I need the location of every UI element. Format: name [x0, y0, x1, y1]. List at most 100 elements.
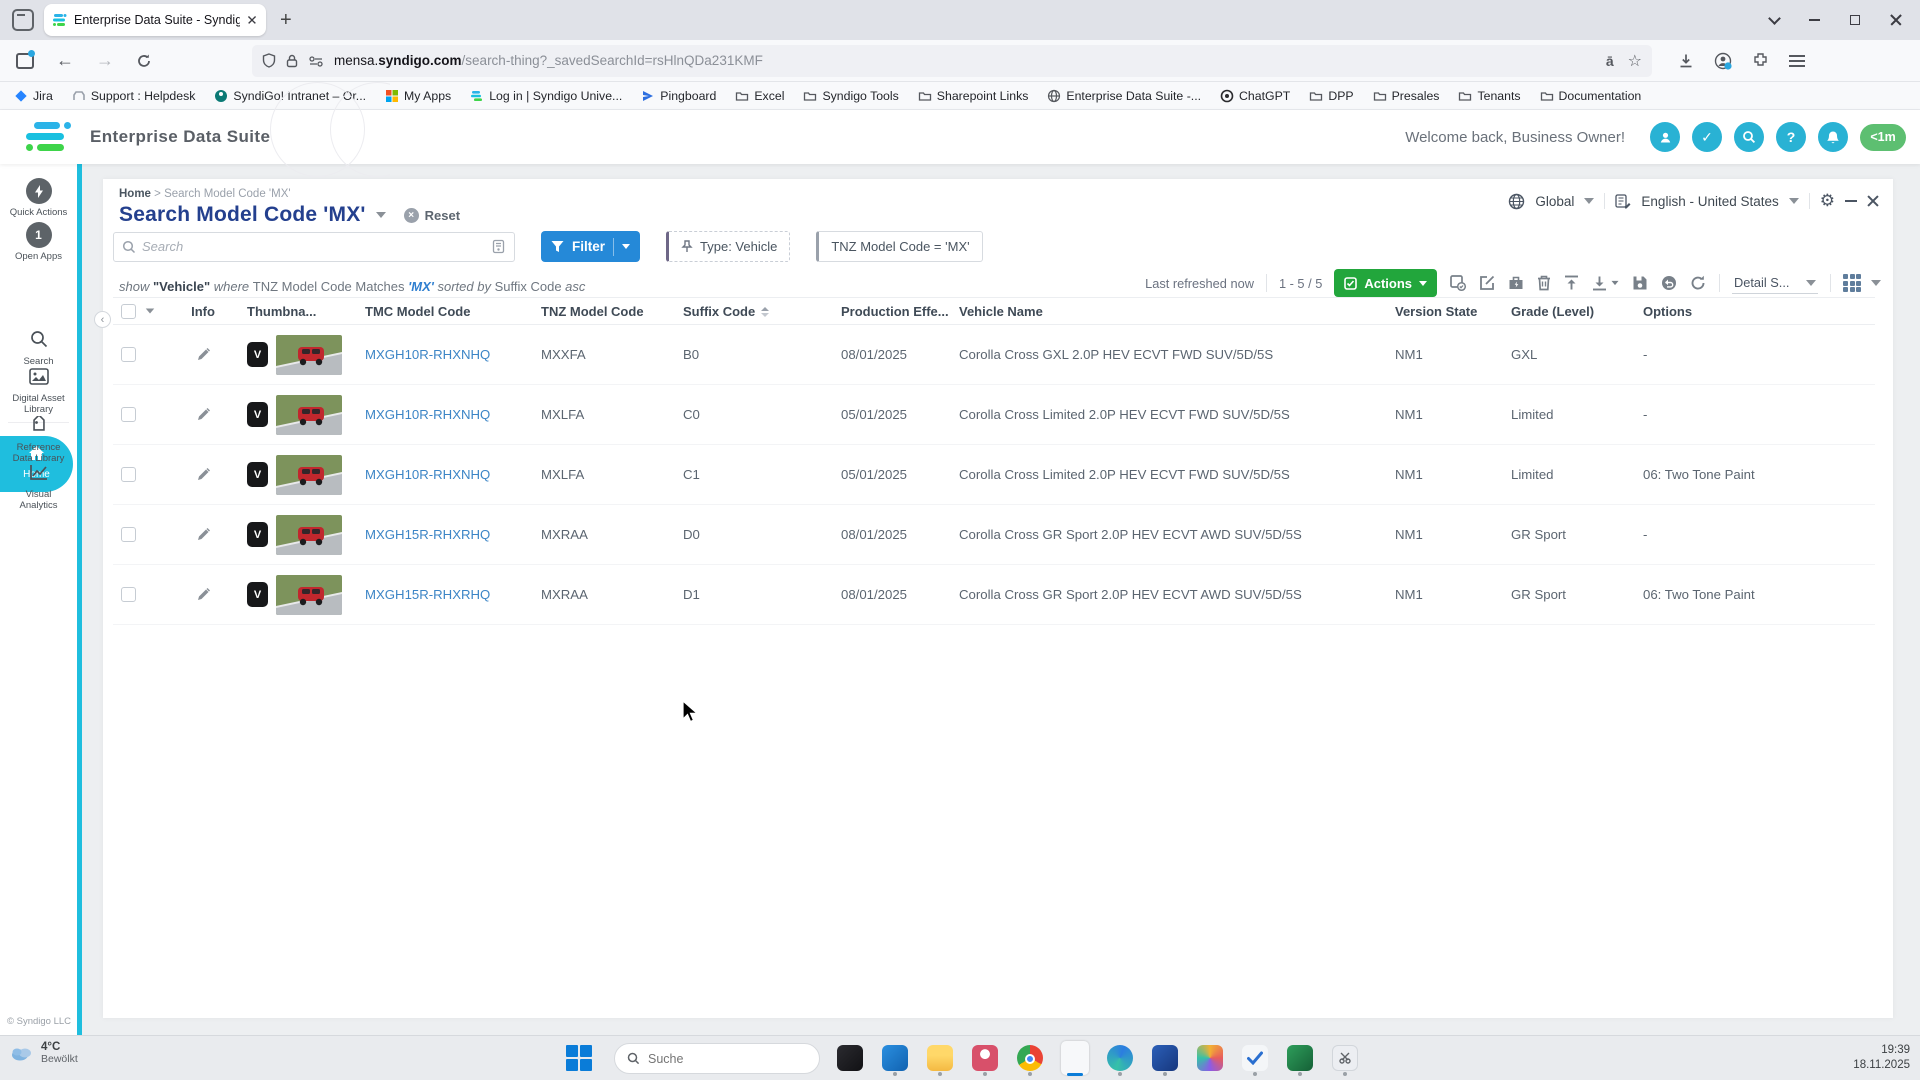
col-tmc-model-code[interactable]: TMC Model Code: [365, 304, 541, 319]
bookmark-folder-excel[interactable]: Excel: [735, 89, 784, 103]
translate-icon[interactable]: ā: [1606, 53, 1614, 69]
workflow-briefcase-icon[interactable]: [1507, 274, 1525, 292]
col-grade-level[interactable]: Grade (Level): [1511, 304, 1643, 319]
bookmark-folder-presales[interactable]: Presales: [1373, 89, 1440, 103]
tmc-model-code-link[interactable]: MXGH15R-RHXRHQ: [365, 527, 541, 542]
row-checkbox[interactable]: [121, 527, 136, 542]
list-tabs-icon[interactable]: [1768, 12, 1781, 25]
weather-widget[interactable]: 4°CBewölkt: [10, 1041, 78, 1065]
breadcrumb-home[interactable]: Home: [119, 188, 151, 200]
global-selector[interactable]: Global: [1535, 194, 1574, 209]
search-input[interactable]: [142, 239, 491, 254]
filter-button[interactable]: Filter: [541, 231, 640, 262]
bookmark-folder-tenants[interactable]: Tenants: [1458, 89, 1520, 103]
view-select[interactable]: Detail S...: [1732, 272, 1818, 294]
table-row[interactable]: V MXGH15R-RHXRHQ MXRAA D1 08/01/2025 Cor…: [113, 565, 1875, 625]
row-edit-button[interactable]: [159, 407, 247, 422]
sidebar-item-reference-data-library[interactable]: ReferenceData Library: [0, 416, 77, 464]
grid-view-toggle[interactable]: [1843, 274, 1881, 292]
taskbar-clock[interactable]: 19:39 18.11.2025: [1853, 1043, 1910, 1073]
notifications-button[interactable]: [1818, 122, 1848, 152]
taskbar-firefox-icon[interactable]: [1061, 1041, 1089, 1075]
filter-chip-tnz-model-code[interactable]: TNZ Model Code = 'MX': [816, 231, 982, 262]
panel-close-icon[interactable]: [1867, 195, 1879, 207]
permissions-icon[interactable]: [308, 55, 324, 67]
row-checkbox[interactable]: [121, 347, 136, 362]
bookmark-folder-sharepoint[interactable]: Sharepoint Links: [918, 89, 1029, 103]
profile-avatar[interactable]: [1650, 122, 1680, 152]
account-icon[interactable]: [1714, 52, 1732, 70]
vehicle-thumbnail[interactable]: [276, 335, 342, 375]
bookmark-pingboard[interactable]: Pingboard: [641, 89, 716, 103]
start-button[interactable]: [566, 1045, 592, 1071]
help-button[interactable]: ?: [1776, 122, 1806, 152]
delete-icon[interactable]: [1536, 274, 1552, 292]
bookmark-folder-documentation[interactable]: Documentation: [1540, 89, 1642, 103]
col-version-state[interactable]: Version State: [1395, 304, 1511, 319]
filter-chip-type[interactable]: Type: Vehicle: [666, 231, 790, 262]
table-row[interactable]: V MXGH10R-RHXNHQ MXLFA C1 05/01/2025 Cor…: [113, 445, 1875, 505]
sidebar-open-apps[interactable]: 1 Open Apps: [0, 222, 77, 262]
taskbar-todo-icon[interactable]: [1241, 1041, 1269, 1075]
refresh-icon[interactable]: [1689, 274, 1707, 292]
vehicle-thumbnail[interactable]: [276, 455, 342, 495]
vehicle-thumbnail[interactable]: [276, 395, 342, 435]
sidebar-item-digital-asset-library[interactable]: Digital AssetLibrary: [0, 368, 77, 415]
row-checkbox[interactable]: [121, 467, 136, 482]
col-thumbnail[interactable]: Thumbna...: [247, 304, 365, 319]
taskbar-search-input[interactable]: [648, 1052, 788, 1066]
extensions-icon[interactable]: [1752, 52, 1769, 69]
select-menu-caret-icon[interactable]: [146, 308, 155, 313]
reset-button[interactable]: × Reset: [404, 208, 460, 223]
vehicle-thumbnail[interactable]: [276, 575, 342, 615]
bookmark-folder-syndigo-tools[interactable]: Syndigo Tools: [803, 89, 898, 103]
taskbar-edge-icon[interactable]: [1106, 1041, 1134, 1075]
row-checkbox[interactable]: [121, 587, 136, 602]
downloads-icon[interactable]: [1678, 53, 1694, 69]
verify-icon[interactable]: [1449, 274, 1467, 292]
bookmark-star-icon[interactable]: ☆: [1628, 51, 1642, 70]
taskbar-word-icon[interactable]: [1151, 1041, 1179, 1075]
language-caret-icon[interactable]: [1789, 198, 1799, 204]
taskbar-chrome-icon[interactable]: [1016, 1041, 1044, 1075]
language-selector[interactable]: English - United States: [1641, 194, 1778, 209]
taskbar-people-icon[interactable]: [971, 1041, 999, 1075]
col-production-effective[interactable]: Production Effe...: [841, 304, 959, 319]
lock-icon[interactable]: [286, 54, 298, 68]
sidebar-item-search[interactable]: Search: [0, 330, 77, 367]
tmc-model-code-link[interactable]: MXGH15R-RHXRHQ: [365, 587, 541, 602]
bookmark-my-apps[interactable]: My Apps: [385, 89, 451, 103]
taskbar-media-player-icon[interactable]: [836, 1041, 864, 1075]
table-row[interactable]: V MXGH10R-RHXNHQ MXLFA C0 05/01/2025 Cor…: [113, 385, 1875, 445]
settings-gear-icon[interactable]: ⚙: [1820, 191, 1835, 211]
window-minimize-icon[interactable]: [1809, 19, 1820, 21]
shield-icon[interactable]: [262, 53, 276, 68]
taskbar-snipping-tool-icon[interactable]: [1331, 1041, 1359, 1075]
undo-icon[interactable]: [1660, 274, 1678, 292]
sidebar-quick-actions[interactable]: Quick Actions: [0, 178, 77, 218]
tab-close-icon[interactable]: [248, 16, 256, 24]
row-edit-button[interactable]: [159, 467, 247, 482]
actions-button[interactable]: Actions: [1334, 269, 1437, 297]
sidebar-item-visual-analytics[interactable]: VisualAnalytics: [0, 464, 77, 511]
panel-minimize-icon[interactable]: [1845, 200, 1857, 202]
vehicle-thumbnail[interactable]: [276, 515, 342, 555]
col-info[interactable]: Info: [159, 304, 247, 319]
select-all-checkbox[interactable]: [121, 304, 136, 319]
bookmark-syndigo-university[interactable]: Log in | Syndigo Unive...: [470, 89, 622, 103]
row-edit-button[interactable]: [159, 527, 247, 542]
bookmark-helpdesk[interactable]: Support : Helpdesk: [72, 89, 196, 103]
bookmark-chatgpt[interactable]: ChatGPT: [1220, 89, 1290, 103]
tmc-model-code-link[interactable]: MXGH10R-RHXNHQ: [365, 467, 541, 482]
title-dropdown-icon[interactable]: [376, 212, 386, 218]
bookmark-folder-dpp[interactable]: DPP: [1309, 89, 1353, 103]
taskbar-search[interactable]: [614, 1043, 820, 1074]
tasks-button[interactable]: ✓: [1692, 122, 1722, 152]
url-bar[interactable]: mensa.syndigo.com/search-thing?_savedSea…: [252, 45, 1652, 77]
table-row[interactable]: V MXGH10R-RHXNHQ MXXFA B0 08/01/2025 Cor…: [113, 325, 1875, 385]
col-options[interactable]: Options: [1643, 304, 1875, 319]
global-caret-icon[interactable]: [1584, 198, 1594, 204]
col-vehicle-name[interactable]: Vehicle Name: [959, 304, 1395, 319]
bookmark-jira[interactable]: Jira: [14, 89, 53, 103]
row-checkbox[interactable]: [121, 407, 136, 422]
